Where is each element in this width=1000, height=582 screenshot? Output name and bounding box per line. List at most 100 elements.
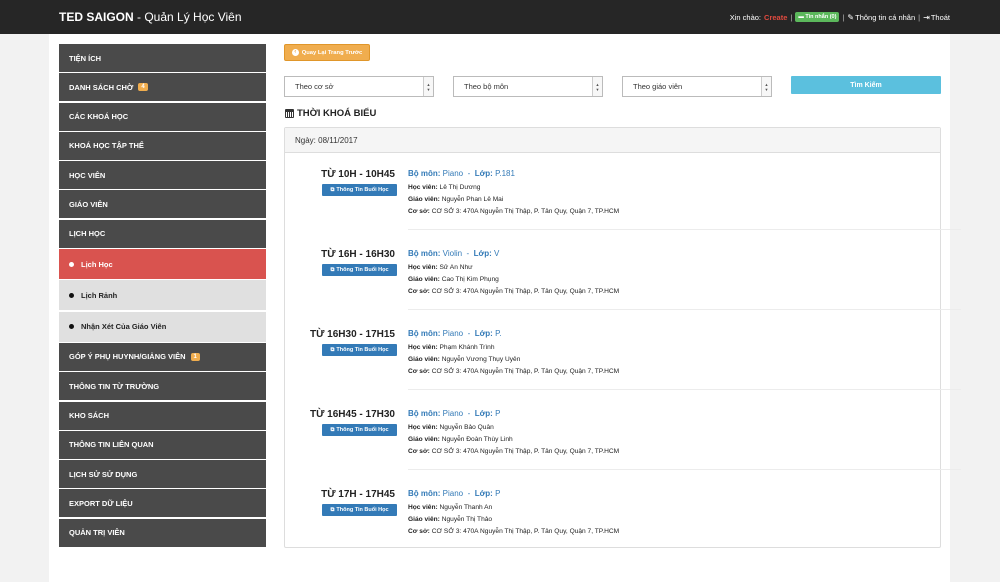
student-label: Học viên: <box>408 344 438 351</box>
entry-divider <box>408 229 961 230</box>
nav-separator: | <box>842 12 845 22</box>
sidebar-item-hoc-vien[interactable]: Học viên <box>59 161 266 190</box>
location-value: CƠ SỞ 3: 470A Nguyễn Thị Thập, P. Tân Qu… <box>431 528 620 535</box>
username-link[interactable]: Create <box>764 13 787 22</box>
calendar-icon <box>285 109 294 118</box>
session-info-button[interactable]: ⧉ Thông Tin Buổi Học <box>322 504 397 516</box>
back-button[interactable]: ‹ Quay Lại Trang Trước <box>284 44 370 61</box>
subject-value[interactable]: Violin <box>443 249 462 258</box>
student-label: Học viên: <box>408 424 438 431</box>
class-label: Lớp: <box>474 169 493 178</box>
external-link-icon: ⧉ <box>330 506 335 513</box>
session-info-button[interactable]: ⧉ Thông Tin Buổi Học <box>322 264 397 276</box>
teacher-filter-value: Theo giáo viên <box>633 82 683 91</box>
session-info-label: Thông Tin Buổi Học <box>336 347 389 353</box>
sidebar-subitem-lich-ranh[interactable]: Lịch Rảnh <box>59 280 266 311</box>
nav-separator: | <box>790 12 793 22</box>
schedule-title-text: THỜI KHOÁ BIỂU <box>297 108 377 119</box>
sidebar-item-label: Kho sách <box>69 411 110 421</box>
external-link-icon: ⧉ <box>330 186 335 193</box>
location-label: Cơ sở: <box>408 528 430 535</box>
sidebar-item-giao-vien[interactable]: Giáo viên <box>59 190 266 219</box>
select-arrows-icon: ▲ ▼ <box>761 77 771 96</box>
messages-button[interactable]: ▬ Tin nhắn (0) <box>795 12 840 22</box>
teacher-filter-select[interactable]: Theo giáo viên ▲ ▼ <box>622 76 772 97</box>
day-schedule-panel: Ngày: 08/11/2017 TỪ 10H - 10H45 ⧉ Thông T… <box>284 127 961 548</box>
subject-filter-select[interactable]: Theo bộ môn ▲ ▼ <box>453 76 603 97</box>
teacher-label: Giáo viên: <box>408 516 440 523</box>
sidebar-item-thong-tin-tu-truong[interactable]: Thông tin từ trường <box>59 372 266 401</box>
back-button-label: Quay Lại Trang Trước <box>301 49 363 56</box>
sidebar-item-label: Thông tin liên quan <box>69 440 154 450</box>
class-value[interactable]: P. <box>495 329 502 338</box>
subject-value[interactable]: Piano <box>443 489 463 498</box>
bullet-icon <box>69 292 74 298</box>
location-label: Cơ sở: <box>408 448 430 455</box>
sidebar-subitem-nhan-xet[interactable]: Nhận Xét Của Giáo Viên <box>59 311 266 342</box>
subject-value[interactable]: Piano <box>443 329 463 338</box>
sidebar-item-export-du-lieu[interactable]: Export dữ liệu <box>59 489 266 518</box>
sidebar-item-label: Học viên <box>69 170 106 180</box>
brand-subtitle: - Quản Lý Học Viên <box>133 10 242 24</box>
sidebar-item-thong-tin-lien-quan[interactable]: Thông tin liên quan <box>59 430 266 459</box>
edit-icon: ✎ <box>847 12 855 22</box>
bullet-icon <box>69 324 74 330</box>
session-info-label: Thông Tin Buổi Học <box>336 507 389 513</box>
class-value[interactable]: P <box>495 489 500 498</box>
class-label: Lớp: <box>474 489 493 498</box>
subject-label: Bộ môn: <box>408 409 441 418</box>
sidebar-item-label: Khoá học tập thể <box>69 141 144 151</box>
sidebar-item-lich-su-su-dung[interactable]: Lịch sử sử dụng <box>59 460 266 489</box>
subject-label: Bộ môn: <box>408 169 441 178</box>
teacher-value: Nguyễn Thị Thảo <box>441 516 493 523</box>
session-info-button[interactable]: ⧉ Thông Tin Buổi Học <box>322 424 397 436</box>
logout-link[interactable]: ⇥Thoát <box>923 13 950 22</box>
student-label: Học viên: <box>408 504 438 511</box>
profile-link[interactable]: ✎Thông tin cá nhân <box>847 13 915 22</box>
sidebar-item-gop-y[interactable]: Góp ý phụ huynh/giảng viên 1 <box>59 342 266 371</box>
session-info-button[interactable]: ⧉ Thông Tin Buổi Học <box>322 184 397 196</box>
sidebar-item-kho-sach[interactable]: Kho sách <box>59 401 266 430</box>
class-value[interactable]: P.181 <box>495 169 515 178</box>
day-header: Ngày: 08/11/2017 <box>285 128 940 153</box>
sidebar-subitem-label: Lịch Học <box>81 259 113 269</box>
chat-icon: ▬ <box>798 14 804 20</box>
session-info-button[interactable]: ⧉ Thông Tin Buổi Học <box>322 344 397 356</box>
sidebar-item-khoa-hoc-tap-the[interactable]: Khoá học tập thể <box>59 131 266 160</box>
app-brand[interactable]: TED SAIGON - Quản Lý Học Viên <box>59 10 242 24</box>
arrow-left-icon: ‹ <box>291 49 299 56</box>
sidebar-item-quan-tri-vien[interactable]: Quản trị viên <box>59 518 266 547</box>
sidebar-subitem-label: Nhận Xét Của Giáo Viên <box>81 322 167 332</box>
profile-label: Thông tin cá nhân <box>855 12 916 22</box>
student-value: Phạm Khánh Trình <box>439 344 495 351</box>
class-label: Lớp: <box>474 329 493 338</box>
entry-details: Bộ môn: Piano - Lớp: P.181 Học viên: Lê … <box>408 169 620 215</box>
location-filter-select[interactable]: Theo cơ sở ▲ ▼ <box>284 76 434 97</box>
subject-value[interactable]: Piano <box>443 169 463 178</box>
sidebar-item-label: Các khoá học <box>69 112 129 122</box>
sidebar-item-danh-sach-cho[interactable]: Danh sách chờ 4 <box>59 73 266 102</box>
class-value[interactable]: P <box>495 409 500 418</box>
sidebar-subitem-label: Lịch Rảnh <box>81 290 118 300</box>
brand-name: TED SAIGON <box>59 10 134 24</box>
location-value: CƠ SỞ 3: 470A Nguyễn Thị Thập, P. Tân Qu… <box>431 448 620 455</box>
entry-time: TỪ 16H30 - 17H15 <box>309 329 395 340</box>
greeting-text: Xin chào: <box>729 12 762 22</box>
top-navbar: TED SAIGON - Quản Lý Học Viên Xin chào: … <box>0 0 1000 34</box>
select-arrows-icon: ▲ ▼ <box>592 77 602 96</box>
subject-filter-value: Theo bộ môn <box>464 82 509 91</box>
schedule-entry: TỪ 17H - 17H45 ⧉ Thông Tin Buổi Học Bộ mô… <box>285 481 940 561</box>
sidebar-item-lich-hoc[interactable]: Lịch học <box>59 219 266 248</box>
sidebar-item-cac-khoa-hoc[interactable]: Các khoá học <box>59 102 266 131</box>
sidebar-subitem-lich-hoc[interactable]: Lịch Học <box>59 249 266 280</box>
student-value: Sử An Như <box>439 264 473 271</box>
search-button[interactable]: Tìm Kiếm <box>791 76 941 94</box>
teacher-label: Giáo viên: <box>408 196 440 203</box>
messages-label: Tin nhắn (0) <box>805 14 837 20</box>
class-label: Lớp: <box>473 249 492 258</box>
sidebar-item-label: Danh sách chờ <box>69 82 134 92</box>
subject-value[interactable]: Piano <box>443 409 463 418</box>
class-value[interactable]: V <box>494 249 499 258</box>
sidebar-item-tien-ich[interactable]: Tiện ích <box>59 44 266 72</box>
student-label: Học viên: <box>408 264 438 271</box>
